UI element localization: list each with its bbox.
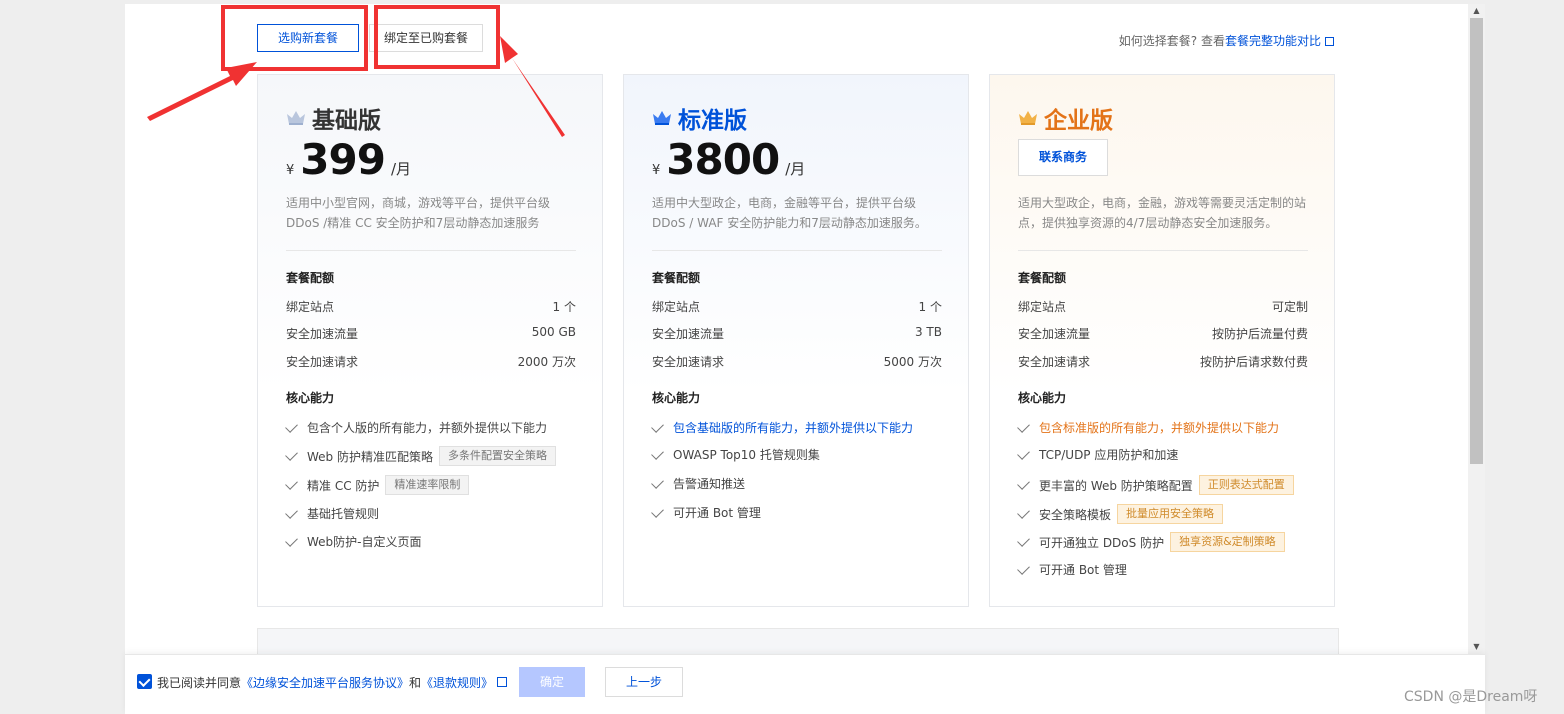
annotation-arrows bbox=[147, 36, 565, 137]
external-link-icon[interactable] bbox=[497, 677, 507, 687]
confirm-button[interactable]: 确定 bbox=[519, 667, 585, 697]
previous-step-button[interactable]: 上一步 bbox=[605, 667, 683, 697]
agree-text: 我已阅读并同意《边缘安全加速平台服务协议》和《退款规则》 bbox=[157, 674, 493, 691]
agree-checkbox[interactable] bbox=[137, 674, 152, 689]
refund-rules-link[interactable]: 《退款规则》 bbox=[421, 676, 493, 690]
checkmark-icon bbox=[138, 674, 151, 688]
agree-and: 和 bbox=[409, 676, 422, 690]
service-agreement-link[interactable]: 《边缘安全加速平台服务协议》 bbox=[241, 676, 409, 690]
watermark: CSDN @是Dream呀 bbox=[1404, 689, 1538, 705]
annotation-arrow-icon bbox=[500, 36, 565, 137]
agree-prefix: 我已阅读并同意 bbox=[157, 676, 242, 690]
annotation-arrow-icon bbox=[147, 62, 257, 121]
